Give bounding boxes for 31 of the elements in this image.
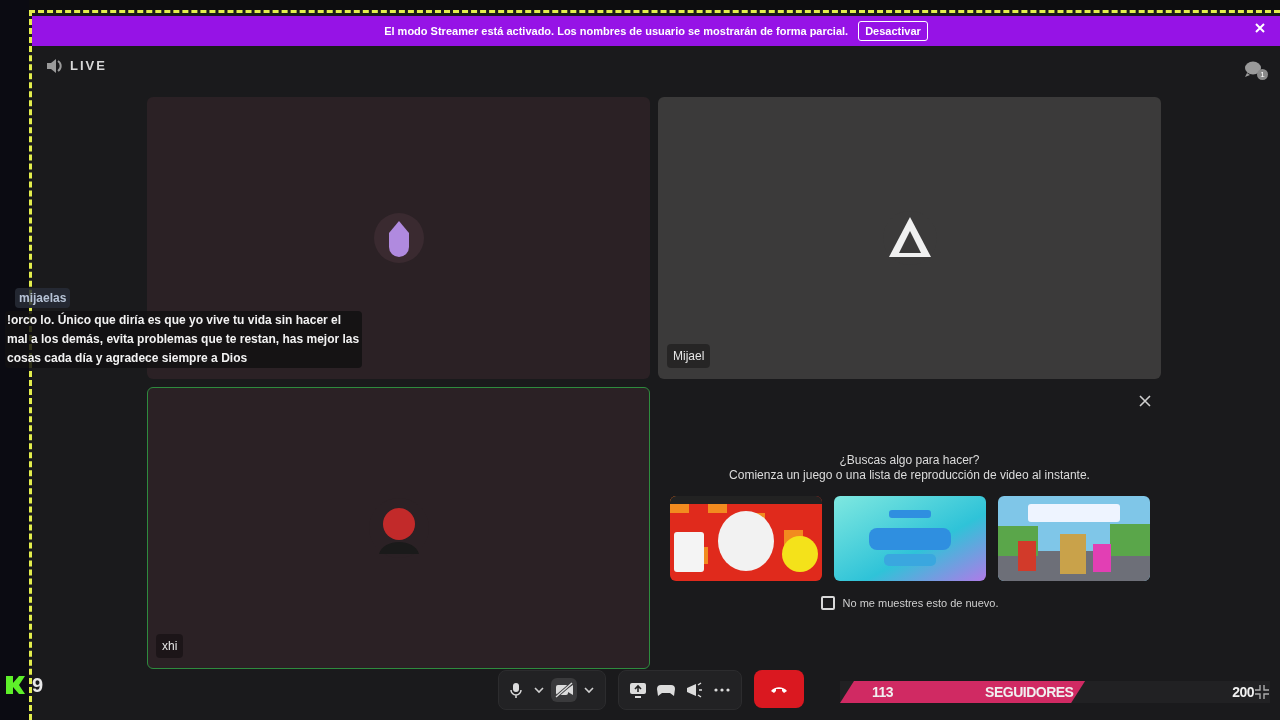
microphone-icon: [509, 682, 523, 698]
chat-button[interactable]: 1: [1242, 56, 1266, 78]
close-button[interactable]: [1139, 395, 1151, 407]
follower-count: 113: [872, 682, 894, 702]
chat-icon: [1244, 59, 1264, 78]
speaker-icon: [46, 56, 62, 75]
checkbox-label: No me muestres esto de nuevo.: [842, 596, 999, 611]
chat-message: !orco lo. Único que diría es que yo vive tu vida sin hacer el mal a los demás, evita problemas que te restan, has mejor las cosas cada día y agradece siempre a Dios: [5, 311, 362, 368]
camera-button[interactable]: [551, 678, 577, 702]
panel-heading: ¿Buscas algo para hacer?: [839, 453, 980, 468]
close-icon: [1254, 22, 1266, 34]
collapse-icon[interactable]: [1254, 684, 1270, 700]
deactivate-button[interactable]: Desactivar: [858, 20, 928, 42]
user-name: Mijael: [667, 344, 711, 368]
chat-username: mijaelas: [15, 288, 71, 308]
puzzle-logo-icon: [6, 674, 26, 696]
notification-badge: 1: [1257, 69, 1268, 80]
megaphone-icon: [685, 682, 703, 698]
counter-value: 9: [32, 673, 44, 698]
screen-share-icon: [629, 682, 647, 698]
streamer-mode-notice: El modo Streamer está activado. Los nombres de usuario se mostrarán de forma parcial.: [384, 23, 849, 39]
close-icon: [1139, 395, 1151, 407]
user-name: xhi: [156, 634, 184, 658]
camera-icon: [555, 682, 573, 698]
avatar: [373, 213, 424, 263]
channel-title: LIVE: [70, 57, 107, 75]
checkbox[interactable]: [820, 596, 835, 611]
goal-label: SEGUIDORES: [985, 682, 1074, 702]
goal-count: 200: [1232, 682, 1254, 702]
panel-subheading: Comienza un juego o una lista de reproducción de video al instante.: [729, 468, 1090, 483]
hang-up-button[interactable]: [754, 670, 804, 708]
